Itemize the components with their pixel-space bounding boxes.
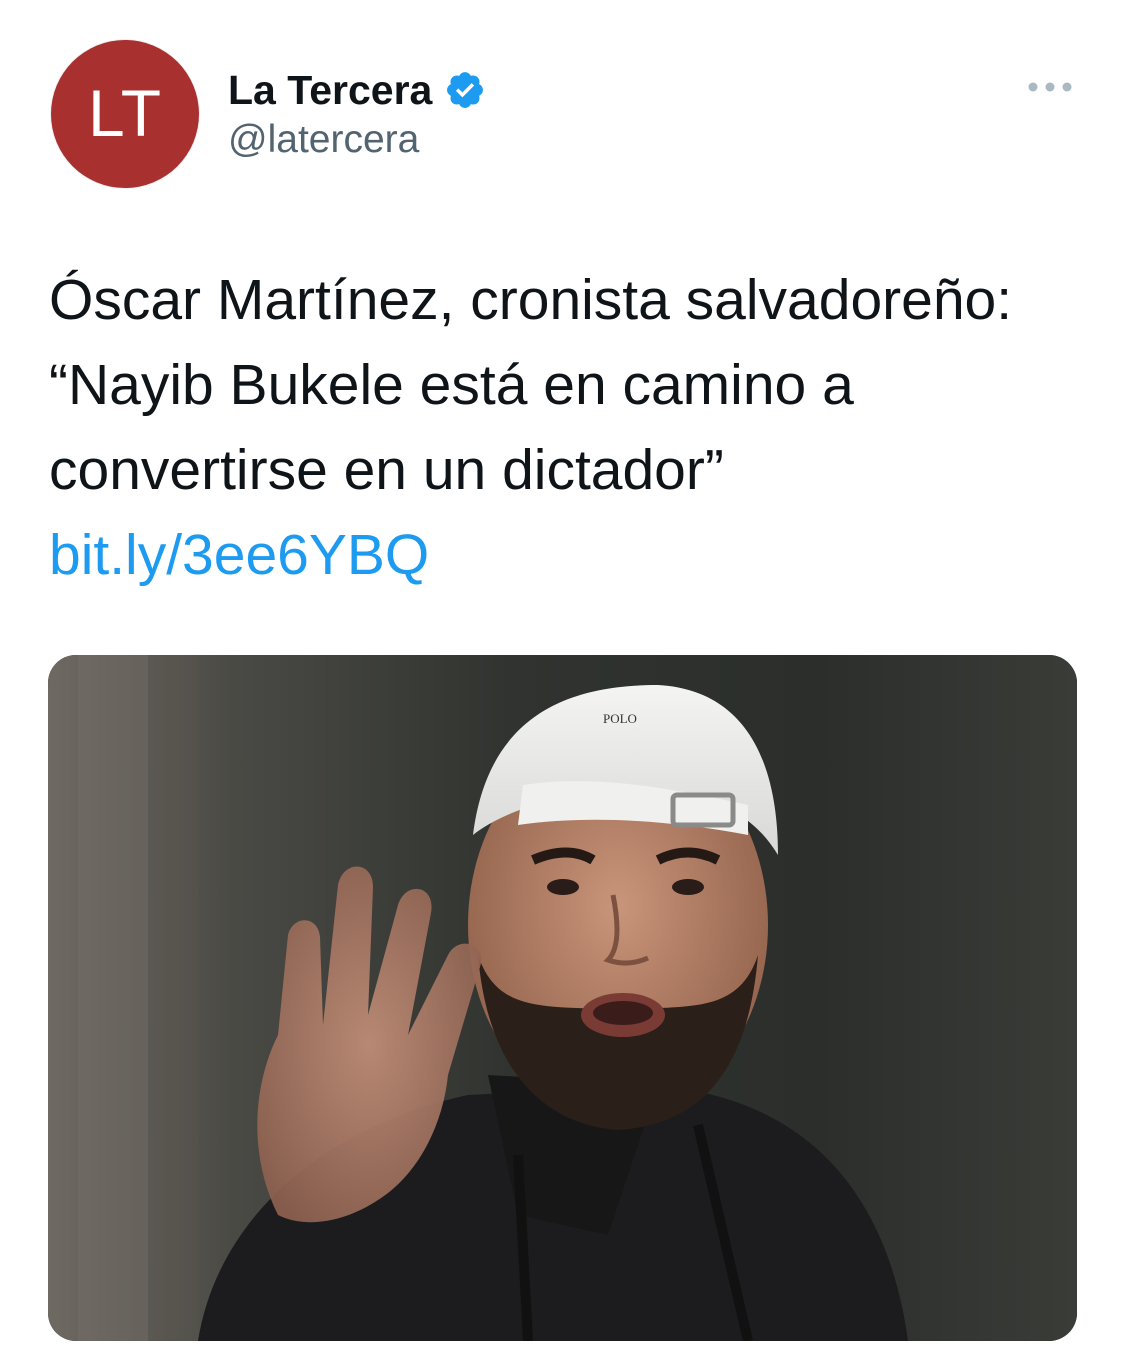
tweet-card[interactable]: LT La Tercera @latercera Óscar Martínez,… [0,0,1125,1369]
verified-badge-icon [444,69,486,111]
author-name-row: La Tercera [228,64,486,116]
tweet-link[interactable]: bit.ly/3ee6YBQ [49,523,429,587]
more-options-icon[interactable] [1024,72,1076,102]
avatar-initials: LT [87,76,163,150]
author-handle[interactable]: @latercera [228,118,419,162]
tweet-text: Óscar Martínez, cronista salvadoreño: “N… [49,258,1059,598]
tweet-body-text: Óscar Martínez, cronista salvadoreño: “N… [49,268,1013,502]
avatar[interactable]: LT [51,40,199,188]
author-display-name[interactable]: La Tercera [228,67,432,114]
tweet-media-photo[interactable]: POLO [48,655,1077,1341]
photo-illustration: POLO [48,655,1077,1341]
cap-logo-text: POLO [603,711,637,726]
